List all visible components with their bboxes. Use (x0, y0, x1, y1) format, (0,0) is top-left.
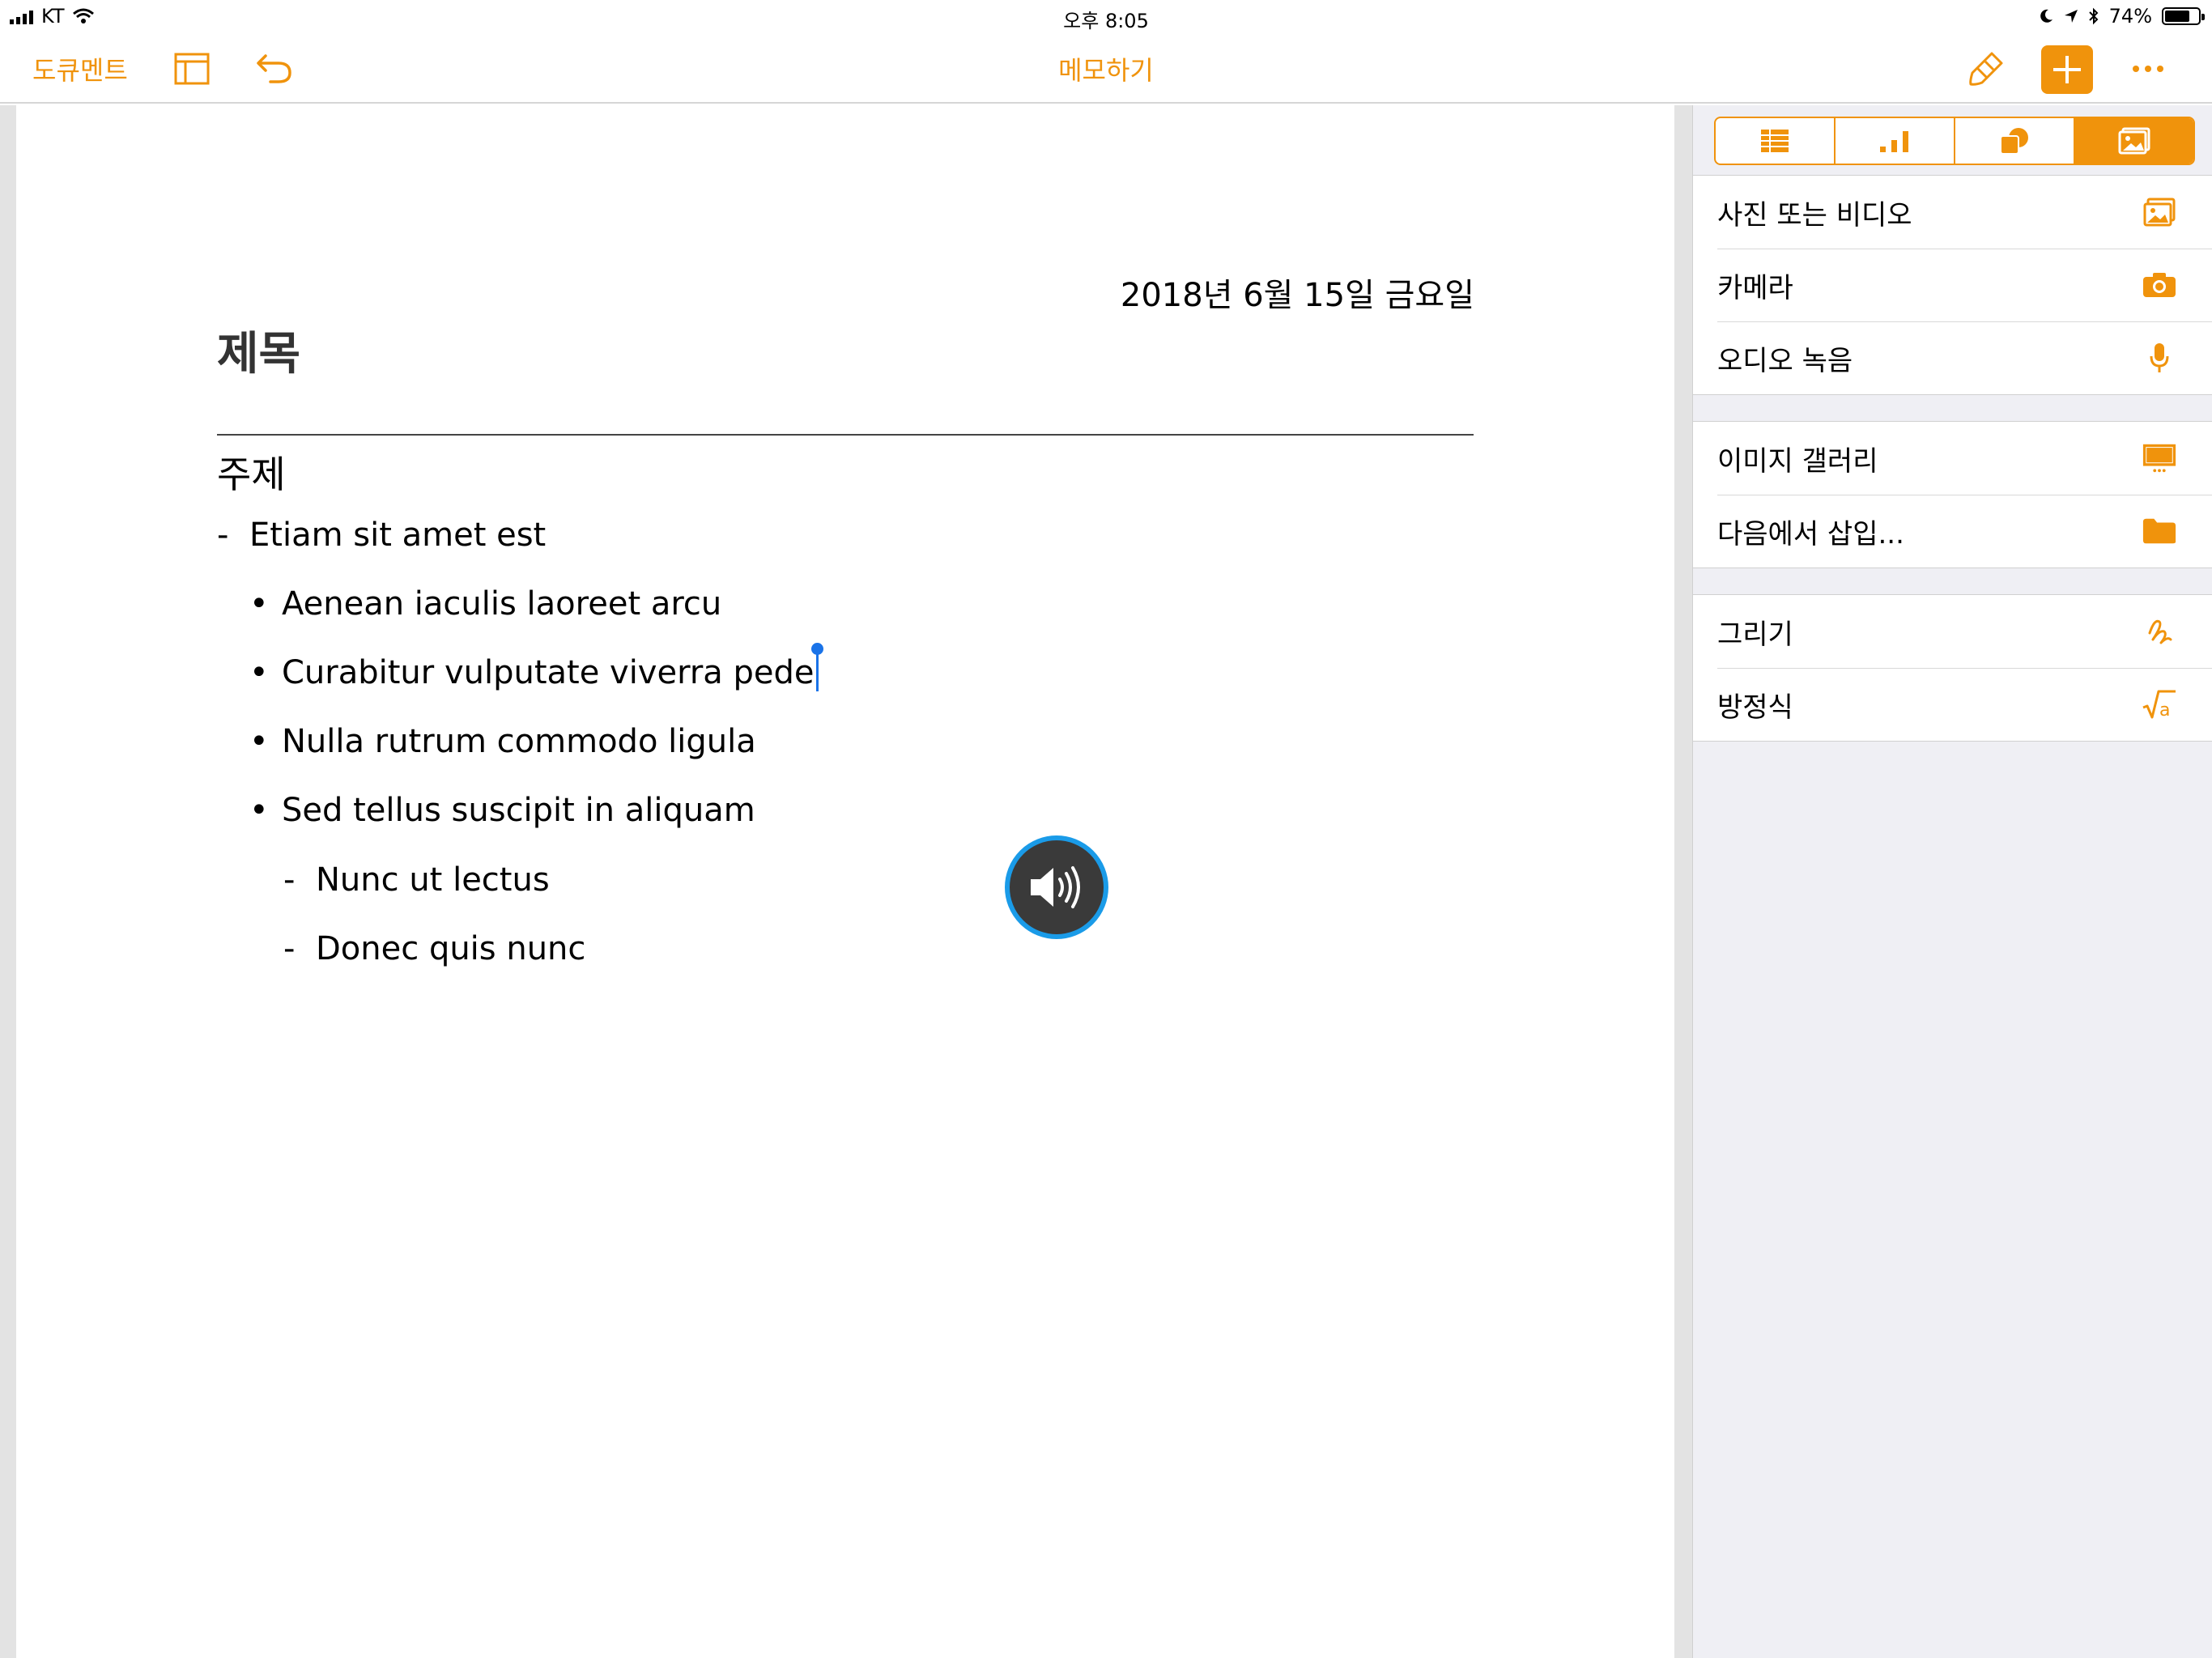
microphone-icon (2142, 340, 2177, 376)
list-item-text: Curabitur vulputate viverra pede (282, 654, 815, 691)
shapes-icon (2000, 128, 2028, 155)
list-marker: - (217, 517, 229, 554)
document-heading[interactable]: 제목 (217, 317, 300, 383)
list-marker: • (249, 585, 269, 623)
add-button[interactable] (2041, 45, 2093, 94)
document-subject[interactable]: 주제 (217, 445, 286, 499)
list-item[interactable]: - Donec quis nunc (283, 930, 585, 967)
format-brush-icon[interactable] (1966, 49, 2006, 89)
insert-drawing[interactable]: 그리기 (1693, 595, 2212, 668)
insert-group-sources: 이미지 갤러리 다음에서 삽입... (1693, 421, 2212, 568)
status-bar: KT 오후 8:05 74% (0, 0, 2212, 32)
battery-icon (2162, 7, 2205, 25)
insert-group-tools: 그리기 방정식 a (1693, 594, 2212, 742)
gallery-icon (2142, 440, 2177, 476)
camera-icon (2142, 267, 2177, 303)
row-label: 사진 또는 비디오 (1717, 198, 1912, 232)
insert-image-gallery[interactable]: 이미지 갤러리 (1693, 422, 2212, 495)
list-item[interactable]: • Sed tellus suscipit in aliquam (249, 792, 755, 829)
insert-category-tabs (1714, 117, 2195, 165)
row-label: 이미지 갤러리 (1717, 444, 1878, 478)
tab-shapes[interactable] (1955, 118, 2075, 164)
insert-audio-recording[interactable]: 오디오 녹음 (1693, 321, 2212, 394)
insert-photo-video[interactable]: 사진 또는 비디오 (1693, 176, 2212, 249)
table-icon (1761, 130, 1789, 152)
list-item-text: Donec quis nunc (316, 930, 586, 967)
battery-percent: 74% (2108, 5, 2152, 28)
moon-icon (2040, 9, 2052, 23)
list-marker: • (249, 792, 269, 829)
row-label: 방정식 (1717, 691, 1793, 724)
list-item[interactable]: - Nunc ut lectus (283, 861, 550, 899)
photo-icon (2142, 194, 2177, 230)
list-marker: - (283, 861, 296, 899)
insert-camera[interactable]: 카메라 (1693, 249, 2212, 321)
tab-chart[interactable] (1836, 118, 1955, 164)
status-time: 오후 8:05 (1063, 10, 1149, 32)
svg-text:a: a (2159, 700, 2170, 721)
more-options-icon[interactable] (2128, 49, 2168, 89)
list-item-text: Nulla rutrum commodo ligula (282, 723, 756, 760)
list-marker: - (283, 930, 296, 967)
folder-icon (2142, 513, 2177, 549)
status-right: 74% (2038, 5, 2205, 28)
heading-divider (217, 434, 1474, 436)
list-item[interactable]: • Aenean iaculis laoreet arcu (249, 585, 721, 623)
toolbar: 도큐멘트 메모하기 (0, 32, 2212, 104)
document-title[interactable]: 메모하기 (0, 50, 2212, 87)
location-arrow-icon (2064, 10, 2078, 23)
canvas-gutter-right (1674, 105, 1692, 1658)
document-page[interactable]: 2018년 6월 15일 금요일 제목 주제 - Etiam sit amet … (16, 105, 1674, 1658)
insert-panel: 사진 또는 비디오 카메라 오디오 녹음 이미지 갤러리 다음에서 삽입... … (1692, 105, 2212, 1658)
battery-fill (2165, 11, 2189, 22)
row-label: 다음에서 삽입... (1717, 517, 1904, 551)
list-item-text: Etiam sit amet est (249, 517, 547, 554)
list-item[interactable]: • Curabitur vulputate viverra pede (249, 643, 823, 691)
list-item-text: Aenean iaculis laoreet arcu (282, 585, 722, 623)
drawing-icon (2142, 614, 2177, 649)
speaker-icon (1031, 866, 1080, 908)
list-item[interactable]: - Etiam sit amet est (217, 517, 546, 554)
insert-from[interactable]: 다음에서 삽입... (1693, 495, 2212, 568)
text-cursor[interactable] (810, 643, 823, 691)
list-item[interactable]: • Nulla rutrum commodo ligula (249, 723, 756, 760)
row-label: 그리기 (1717, 618, 1793, 651)
list-marker: • (249, 723, 269, 760)
list-item-text: Nunc ut lectus (316, 861, 550, 899)
speak-selection-button[interactable] (1005, 835, 1108, 939)
list-marker: • (249, 654, 269, 691)
media-icon (2118, 127, 2150, 155)
row-label: 오디오 녹음 (1717, 344, 1853, 377)
document-date[interactable]: 2018년 6월 15일 금요일 (1121, 269, 1474, 316)
row-label: 카메라 (1717, 271, 1793, 304)
bluetooth-icon (2088, 7, 2099, 25)
tab-media[interactable] (2075, 118, 2193, 164)
insert-group-media: 사진 또는 비디오 카메라 오디오 녹음 (1693, 175, 2212, 395)
list-item-text: Sed tellus suscipit in aliquam (282, 792, 755, 829)
equation-icon: a (2142, 687, 2177, 722)
canvas-gutter-left (0, 105, 16, 1658)
tab-table[interactable] (1716, 118, 1836, 164)
insert-equation[interactable]: 방정식 a (1693, 668, 2212, 741)
chart-icon (1880, 131, 1908, 152)
plus-icon (2053, 56, 2081, 83)
